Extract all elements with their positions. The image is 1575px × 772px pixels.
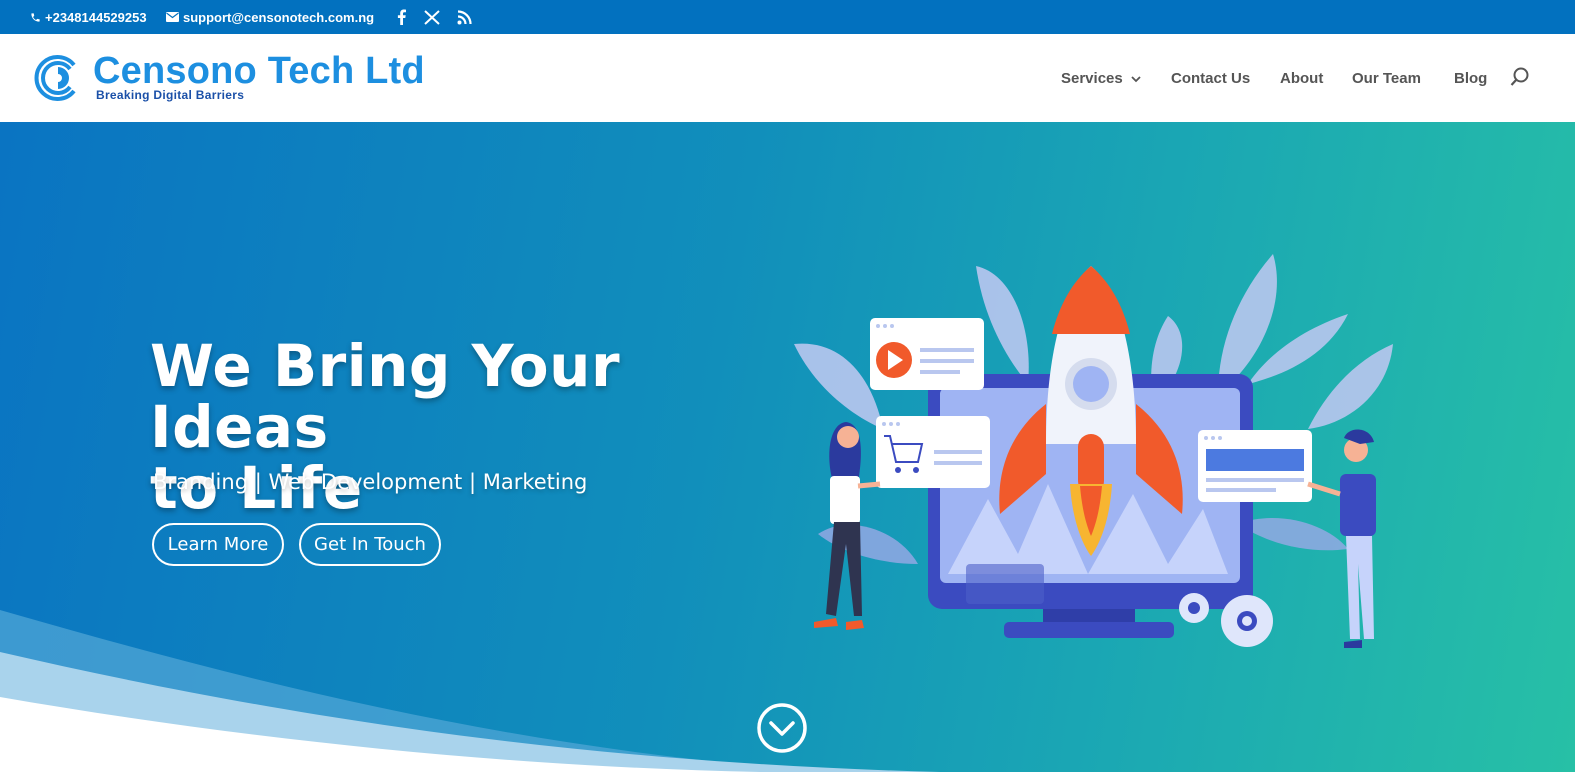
censono-logo-icon (34, 55, 76, 101)
facebook-link[interactable] (391, 0, 411, 34)
phone-contact[interactable]: +2348144529253 (30, 0, 147, 34)
nav-blog[interactable]: Blog (1454, 34, 1487, 122)
email-contact[interactable]: support@censonotech.com.ng (166, 0, 374, 34)
x-link[interactable] (422, 0, 442, 34)
rss-icon (457, 9, 472, 24)
hero-section: We Bring Your Ideas to Life Branding | W… (0, 122, 1575, 772)
site-logo[interactable]: Censono Tech Ltd Breaking Digital Barrie… (34, 50, 454, 107)
nav-about[interactable]: About (1280, 34, 1323, 122)
person-woman (814, 422, 881, 630)
email-address: support@censonotech.com.ng (183, 9, 375, 25)
brand-tagline: Breaking Digital Barriers (96, 88, 245, 102)
nav-our-team[interactable]: Our Team (1352, 34, 1421, 122)
phone-number: +2348144529253 (45, 9, 147, 25)
chevron-down-icon (1131, 75, 1141, 82)
nav-about-label: About (1280, 69, 1324, 87)
scroll-down-button[interactable] (756, 702, 808, 754)
nav-team-label: Our Team (1352, 69, 1421, 87)
phone-icon (31, 12, 40, 22)
chevron-down-circle-icon (757, 703, 807, 753)
nav-contact-label: Contact Us (1171, 69, 1251, 87)
x-icon (424, 9, 440, 25)
get-in-touch-button[interactable]: Get In Touch (299, 523, 441, 566)
site-header: Censono Tech Ltd Breaking Digital Barrie… (0, 34, 1575, 122)
hero-illustration (794, 254, 1393, 648)
nav-contact-us[interactable]: Contact Us (1171, 34, 1250, 122)
nav-blog-label: Blog (1454, 69, 1488, 87)
nav-services-label: Services (1061, 69, 1123, 87)
cart-card (876, 416, 990, 488)
hero-subtitle: Branding | Web Development | Marketing (153, 470, 588, 494)
brand-name: Censono Tech Ltd (93, 50, 425, 92)
top-bar: +2348144529253 support@censonotech.com.n… (0, 0, 1575, 34)
learn-more-button[interactable]: Learn More (152, 523, 284, 566)
nav-services[interactable]: Services (1061, 34, 1141, 122)
rss-link[interactable] (454, 0, 474, 34)
search-icon (1510, 67, 1529, 86)
facebook-icon (397, 9, 406, 25)
form-card (1198, 430, 1312, 502)
envelope-icon (166, 12, 179, 22)
search-button[interactable] (1509, 66, 1531, 88)
video-card (870, 318, 984, 390)
hero-title-line1: We Bring Your Ideas (150, 332, 621, 461)
